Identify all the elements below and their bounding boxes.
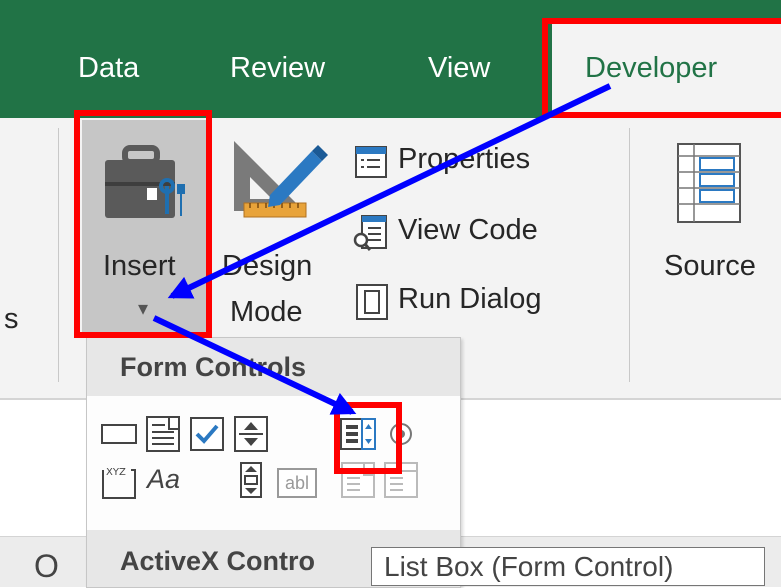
tab-review[interactable]: Review	[230, 52, 325, 85]
run-dialog-icon	[356, 284, 388, 320]
tab-data[interactable]: Data	[78, 52, 139, 85]
highlight-list-box-control	[334, 402, 402, 474]
source-xml-icon	[677, 143, 741, 223]
design-mode-icon	[234, 141, 328, 218]
view-code-icon	[353, 215, 387, 251]
source-button[interactable]: Source	[664, 250, 756, 283]
ribbon-group-separator	[629, 128, 630, 382]
group-box-control-icon[interactable]: XYZ	[99, 462, 139, 502]
tooltip-text: List Box (Form Control)	[384, 551, 674, 582]
ribbon-group-separator	[58, 128, 59, 382]
label-control-icon[interactable]: Aa	[147, 464, 180, 495]
spin-button-control-icon[interactable]	[231, 414, 271, 454]
button-control-icon[interactable]	[99, 414, 139, 454]
combo-box-control-icon[interactable]	[143, 414, 183, 454]
properties-icon	[355, 146, 387, 178]
form-controls-title: Form Controls	[120, 352, 306, 382]
highlight-insert-button	[74, 110, 212, 338]
design-mode-label-line2: Mode	[230, 296, 303, 328]
text-field-control-icon: abl	[277, 468, 317, 498]
scroll-bar-control-icon[interactable]	[231, 460, 271, 500]
properties-button[interactable]: Properties	[398, 143, 530, 176]
activex-controls-title: ActiveX Contro	[120, 546, 316, 576]
run-dialog-button[interactable]: Run Dialog	[398, 283, 541, 316]
tab-view[interactable]: View	[428, 52, 490, 85]
view-code-button[interactable]: View Code	[398, 214, 538, 247]
column-header-o[interactable]: O	[34, 548, 59, 585]
group-box-glyph: XYZ	[106, 467, 126, 478]
list-box-tooltip: List Box (Form Control)	[371, 547, 765, 586]
highlight-developer-tab	[542, 18, 781, 118]
design-mode-label-line1: Design	[222, 250, 313, 282]
ribbon-left-fragment: s	[4, 303, 19, 335]
check-box-control-icon[interactable]	[187, 414, 227, 454]
